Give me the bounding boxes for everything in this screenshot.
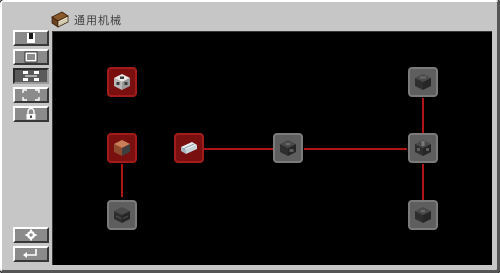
dark-block-icon [415,207,431,223]
page-list-icon [24,51,38,63]
iron-block-node[interactable] [107,200,137,230]
return-arrow-icon [23,249,37,258]
pipe-item-icon [181,142,197,154]
book-icon [51,11,69,28]
title-bar: 通用机械 [50,9,122,31]
connector-line [121,164,123,197]
bookmark-button[interactable] [13,30,49,46]
tree-view-button[interactable] [13,68,49,84]
dark-block-icon [415,74,431,90]
connector-line [422,98,424,133]
mid-block-node[interactable] [273,133,303,163]
quest-tree-canvas[interactable] [52,31,492,265]
connector-line [304,148,407,150]
copper-block-node[interactable] [107,133,137,163]
bookmark-icon [27,33,35,43]
back-button[interactable] [13,246,49,262]
connector-line [204,148,273,150]
tree-view-icon [23,71,39,81]
lock-icon [26,108,36,120]
page-list-button[interactable] [13,49,49,65]
connector-line [422,164,424,200]
hub-block-node[interactable] [408,133,438,163]
gear-icon [25,229,37,241]
machine-block-icon [114,74,130,90]
dark-block-icon [114,207,130,223]
frame-view-button[interactable] [13,87,49,103]
pipe-item-node[interactable] [174,133,204,163]
dark-block-icon [415,140,431,156]
bottom-right-block-node[interactable] [408,200,438,230]
copper-block-icon [114,140,130,156]
dark-block-icon [280,140,296,156]
window-title: 通用机械 [74,14,122,27]
frame-view-icon [22,89,40,101]
top-right-block-node[interactable] [408,67,438,97]
settings-button[interactable] [13,227,49,243]
quest-book-window: 通用机械 [0,0,500,273]
machine-block-node[interactable] [107,67,137,97]
lock-button[interactable] [13,106,49,122]
sidebar [11,30,51,266]
